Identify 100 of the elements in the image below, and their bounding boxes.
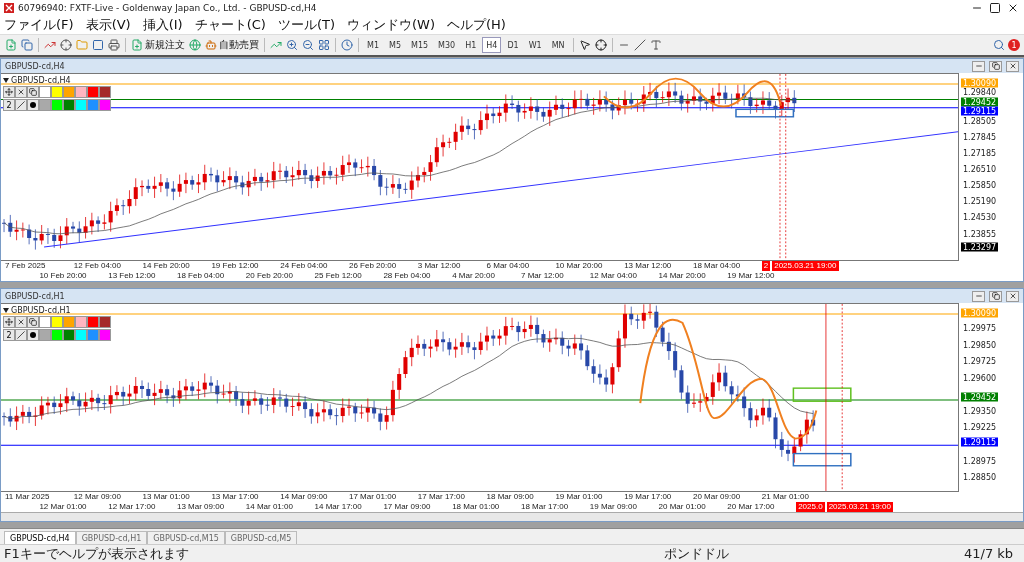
close-button[interactable] — [1006, 290, 1019, 302]
crosshair-button[interactable] — [59, 37, 73, 53]
copy-button[interactable] — [27, 86, 39, 98]
color-swatch[interactable] — [99, 99, 111, 111]
timeframe-button[interactable]: H4 — [482, 37, 502, 53]
chart-tab[interactable]: GBPUSD-cd,M5 — [224, 531, 298, 544]
menu-item[interactable]: ウィンドウ(W) — [347, 16, 435, 34]
time-label: 20 Mar 17:00 — [727, 502, 776, 512]
maximize-button[interactable] — [988, 0, 1002, 16]
menu-item[interactable]: 挿入(I) — [142, 16, 183, 34]
dot-button[interactable] — [27, 99, 39, 111]
auto-trade-button[interactable]: 自動売買 — [204, 37, 260, 53]
new-order-icon — [131, 39, 143, 51]
time-label: 12 Mar 17:00 — [108, 502, 157, 512]
crosshair-button[interactable] — [593, 37, 608, 53]
cursor-button[interactable] — [577, 37, 592, 53]
search-button[interactable] — [992, 37, 1006, 53]
color-swatch[interactable] — [99, 329, 111, 341]
delete-button[interactable] — [15, 86, 27, 98]
color-swatch[interactable] — [39, 329, 51, 341]
close-icon — [17, 88, 25, 96]
time-label: 11 Mar 2025 — [5, 492, 51, 502]
timeframe-button[interactable]: M1 — [363, 37, 383, 53]
price-label: 1.28850 — [962, 472, 998, 482]
menu-item[interactable]: 表示(V) — [85, 16, 131, 34]
square-button[interactable] — [91, 37, 105, 53]
color-swatch[interactable] — [87, 99, 99, 111]
price-badge: 1.30090 — [961, 78, 999, 88]
timeframe-button[interactable]: H1 — [461, 37, 481, 53]
printer-button[interactable] — [107, 37, 121, 53]
grid-icon — [318, 39, 330, 51]
new-order-button[interactable]: 新規注文 — [130, 37, 186, 53]
color-swatch[interactable] — [63, 99, 75, 111]
clock-button[interactable] — [340, 37, 354, 53]
time-label: 19 Mar 12:00 — [727, 271, 776, 281]
color-swatch[interactable] — [75, 99, 87, 111]
timeframe-button[interactable]: MN — [547, 37, 569, 53]
line-style-button[interactable] — [15, 99, 27, 111]
hand-tool-button[interactable] — [3, 86, 15, 98]
color-swatch[interactable] — [75, 86, 87, 98]
dot-icon — [30, 102, 36, 108]
copy-button[interactable] — [20, 37, 34, 53]
timeframe-button[interactable]: D1 — [503, 37, 523, 53]
line-width-button[interactable]: 2 — [3, 329, 15, 341]
zoom-in-button[interactable] — [285, 37, 299, 53]
chart-tab[interactable]: GBPUSD-cd,H1 — [75, 531, 148, 544]
line-style-button[interactable] — [15, 329, 27, 341]
menu-item[interactable]: ファイル(F) — [4, 16, 74, 34]
color-swatch[interactable] — [75, 316, 87, 328]
timeframe-button[interactable]: M15 — [407, 37, 433, 53]
color-swatch[interactable] — [39, 316, 51, 328]
zoom-out-button[interactable] — [301, 37, 315, 53]
color-swatch[interactable] — [39, 86, 51, 98]
chart-tab[interactable]: GBPUSD-cd,M15 — [147, 531, 225, 544]
trendline-button[interactable] — [632, 37, 647, 53]
menu-item[interactable]: ヘルプ(H) — [447, 16, 506, 34]
color-swatch[interactable] — [63, 86, 75, 98]
caret-icon[interactable] — [3, 308, 9, 313]
notification-badge[interactable]: 1 — [1008, 39, 1020, 51]
menu-item[interactable]: ツール(T) — [277, 16, 335, 34]
copy-button[interactable] — [27, 316, 39, 328]
text-tool-button[interactable] — [648, 37, 663, 53]
clock-icon — [341, 39, 353, 51]
color-swatch[interactable] — [99, 86, 111, 98]
color-swatch[interactable] — [51, 99, 63, 111]
menu-item[interactable]: チャート(C) — [194, 16, 266, 34]
time-label: 12 Mar 04:00 — [589, 271, 638, 281]
color-swatch[interactable] — [63, 316, 75, 328]
timeframe-button[interactable]: M30 — [434, 37, 460, 53]
globe-icon — [189, 39, 201, 51]
restore-button[interactable] — [989, 290, 1002, 302]
caret-icon[interactable] — [3, 78, 9, 83]
grid-button[interactable] — [317, 37, 331, 53]
color-swatch[interactable] — [51, 86, 63, 98]
minimize-button[interactable] — [972, 290, 985, 302]
timeframe-button[interactable]: M5 — [385, 37, 405, 53]
color-swatch[interactable] — [87, 316, 99, 328]
timeframe-button[interactable]: W1 — [524, 37, 546, 53]
color-swatch[interactable] — [87, 329, 99, 341]
hand-tool-button[interactable] — [3, 316, 15, 328]
color-swatch[interactable] — [39, 99, 51, 111]
restore-button[interactable] — [989, 60, 1002, 72]
line-width-button[interactable]: 2 — [3, 99, 15, 111]
color-swatch[interactable] — [87, 86, 99, 98]
color-swatch[interactable] — [75, 329, 87, 341]
globe-button[interactable] — [188, 37, 202, 53]
minimize-button[interactable] — [972, 60, 985, 72]
color-swatch[interactable] — [51, 316, 63, 328]
delete-button[interactable] — [15, 316, 27, 328]
close-button[interactable] — [1006, 60, 1019, 72]
chart-tab[interactable]: GBPUSD-cd,H4 — [4, 531, 76, 544]
restore-icon — [991, 292, 1000, 300]
color-swatch[interactable] — [99, 316, 111, 328]
move-icon — [5, 88, 13, 96]
color-swatch[interactable] — [63, 329, 75, 341]
dot-button[interactable] — [27, 329, 39, 341]
color-swatch[interactable] — [51, 329, 63, 341]
new-chart-button[interactable] — [4, 37, 18, 53]
time-label: 14 Mar 09:00 — [280, 492, 329, 502]
time-label: 20 Feb 20:00 — [245, 271, 294, 281]
